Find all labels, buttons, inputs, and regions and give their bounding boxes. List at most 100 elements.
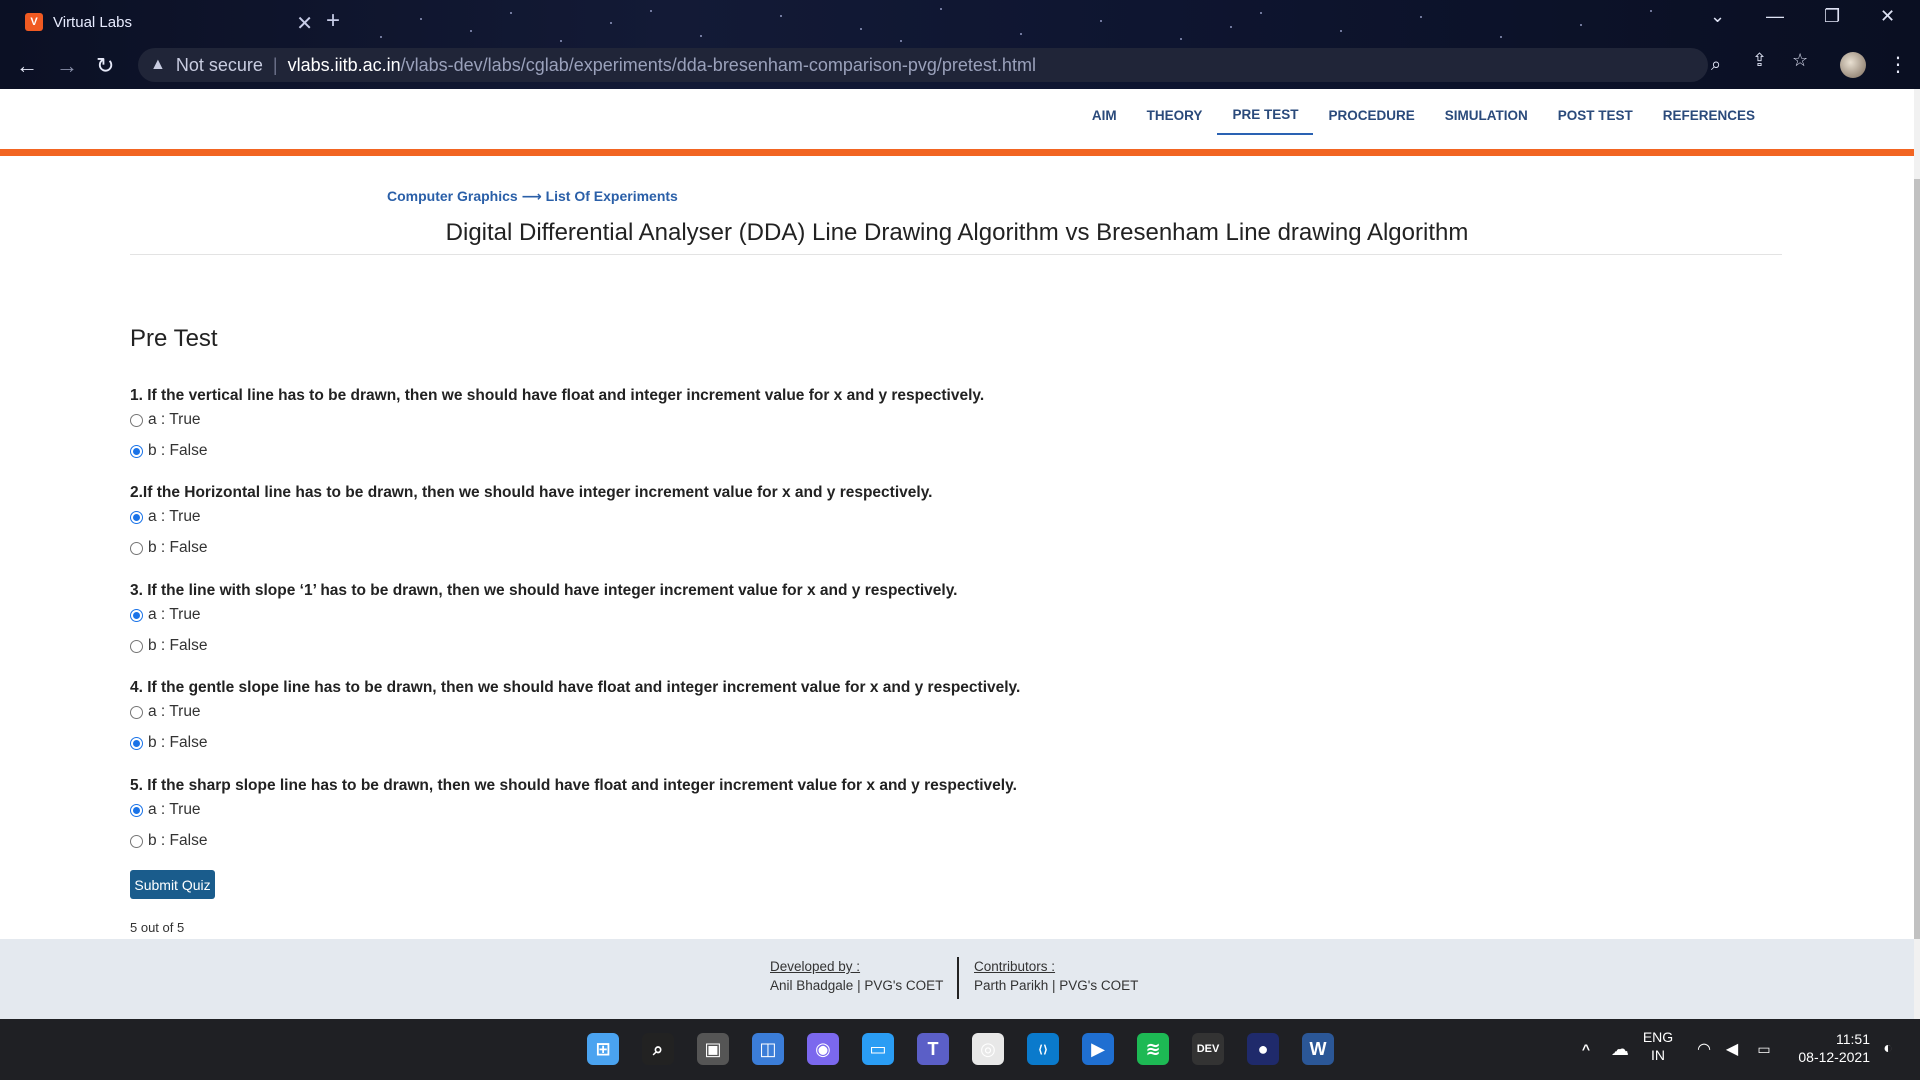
warning-icon: ▲ (150, 56, 166, 73)
radio-checked[interactable] (130, 803, 143, 817)
submit-quiz-button[interactable]: Submit Quiz (130, 870, 215, 899)
minimize-icon[interactable]: — (1766, 6, 1784, 27)
question-text: 2.If the Horizontal line has to be drawn… (130, 484, 933, 501)
search-icon[interactable]: ⌕ (642, 1033, 674, 1065)
breadcrumb-root-link[interactable]: Computer Graphics (387, 188, 518, 204)
task-view-icon[interactable]: ▣ (697, 1033, 729, 1065)
question-text: 4. If the gentle slope line has to be dr… (130, 679, 1021, 696)
forward-icon[interactable]: → (56, 53, 78, 79)
radio-unchecked[interactable] (130, 834, 143, 848)
footer-divider (957, 957, 959, 999)
spotify-icon[interactable]: ≋ (1137, 1033, 1169, 1065)
chevron-up-icon[interactable]: ^ (1570, 1033, 1602, 1065)
app-icon[interactable]: ● (1247, 1033, 1279, 1065)
scrollbar-track[interactable] (1914, 89, 1920, 1019)
star (380, 36, 382, 38)
omnibox-separator: | (272, 54, 278, 75)
volume-icon[interactable]: ◀ (1716, 1033, 1748, 1065)
restore-icon[interactable]: ❐ (1824, 6, 1840, 27)
star (470, 30, 472, 32)
dev-icon[interactable]: DEV (1192, 1033, 1224, 1065)
page-viewport: AIM THEORY PRE TEST PROCEDURE SIMULATION… (0, 89, 1920, 1019)
close-tab-icon[interactable]: ✕ (296, 11, 313, 36)
nav-procedure[interactable]: PROCEDURE (1313, 95, 1429, 135)
option-label: b : False (148, 832, 208, 849)
answer-option[interactable]: a : True (130, 606, 201, 624)
footer-developed: Developed by : Anil Bhadgale | PVG's COE… (770, 959, 943, 993)
teams-icon[interactable]: T (917, 1033, 949, 1065)
star (940, 8, 942, 10)
nav-references[interactable]: REFERENCES (1648, 95, 1770, 135)
browser-tab[interactable]: V Virtual Labs ✕ (13, 3, 313, 41)
clock-time: 11:51 (1836, 1031, 1870, 1047)
option-label: b : False (148, 637, 208, 654)
answer-option[interactable]: a : True (130, 411, 201, 429)
answer-option[interactable]: b : False (130, 832, 207, 850)
nav-theory[interactable]: THEORY (1132, 95, 1218, 135)
star (900, 40, 902, 42)
radio-checked[interactable] (130, 510, 143, 524)
breadcrumb-leaf-link[interactable]: List Of Experiments (546, 188, 678, 204)
answer-option[interactable]: b : False (130, 442, 207, 460)
radio-checked[interactable] (130, 608, 143, 622)
option-label: a : True (148, 508, 201, 525)
prime-video-icon[interactable]: ▶ (1082, 1033, 1114, 1065)
lang-bottom: IN (1651, 1047, 1665, 1063)
nav-aim[interactable]: AIM (1077, 95, 1132, 135)
address-bar[interactable]: ▲ Not secure | vlabs.iitb.ac.in /vlabs-d… (138, 48, 1721, 82)
radio-unchecked[interactable] (130, 639, 143, 653)
tab-search-icon[interactable]: ⌄ (1710, 6, 1725, 27)
back-icon[interactable]: ← (16, 53, 38, 79)
zoom-icon[interactable]: ⌕ (1711, 54, 1721, 75)
nav-post-test[interactable]: POST TEST (1543, 95, 1648, 135)
top-navigation: AIM THEORY PRE TEST PROCEDURE SIMULATION… (0, 89, 1920, 149)
language-indicator[interactable]: ENG IN (1640, 1029, 1676, 1080)
word-icon[interactable]: W (1302, 1033, 1334, 1065)
widgets-icon[interactable]: ◫ (752, 1033, 784, 1065)
notification-icon[interactable]: ◐ (1872, 1033, 1904, 1065)
answer-option[interactable]: a : True (130, 801, 201, 819)
desktop-icon[interactable]: ▭ (862, 1033, 894, 1065)
radio-checked[interactable] (130, 444, 143, 458)
cloud-icon[interactable]: ☁ (1604, 1033, 1636, 1065)
chrome-icon[interactable]: ◎ (972, 1033, 1004, 1065)
clock-date: 08-12-2021 (1798, 1049, 1870, 1065)
radio-unchecked[interactable] (130, 541, 143, 555)
profile-avatar[interactable] (1840, 52, 1866, 78)
footer: Developed by : Anil Bhadgale | PVG's COE… (0, 939, 1914, 1019)
question-text: 3. If the line with slope ‘1’ has to be … (130, 582, 958, 599)
radio-unchecked[interactable] (130, 413, 143, 427)
breadcrumb-arrow-icon: ⟶ (521, 188, 542, 204)
answer-option[interactable]: b : False (130, 539, 207, 557)
quiz-question: 5. If the sharp slope line has to be dra… (130, 777, 1630, 849)
star (1420, 16, 1422, 18)
share-icon[interactable]: ⇪ (1752, 50, 1767, 71)
nav-simulation[interactable]: SIMULATION (1430, 95, 1543, 135)
radio-checked[interactable] (130, 736, 143, 750)
menu-dots-icon[interactable]: ⋮ (1888, 52, 1908, 77)
answer-option[interactable]: a : True (130, 703, 201, 721)
reload-icon[interactable]: ↻ (96, 53, 114, 79)
option-label: a : True (148, 411, 201, 428)
security-label[interactable]: Not secure (176, 55, 263, 76)
scrollbar-thumb[interactable] (1914, 179, 1920, 939)
question-text: 5. If the sharp slope line has to be dra… (130, 777, 1017, 794)
radio-unchecked[interactable] (130, 705, 143, 719)
answer-option[interactable]: a : True (130, 508, 201, 526)
star (1020, 33, 1022, 35)
option-label: b : False (148, 539, 208, 556)
nav-pre-test[interactable]: PRE TEST (1217, 95, 1314, 135)
answer-option[interactable]: b : False (130, 637, 207, 655)
browser-chrome: V Virtual Labs ✕ + ⌄ — ❐ ✕ ← → ↻ ▲ Not s… (0, 0, 1920, 89)
clock[interactable]: 11:51 08-12-2021 (1790, 1031, 1870, 1080)
url-path: /vlabs-dev/labs/cglab/experiments/dda-br… (400, 54, 1036, 75)
new-tab-icon[interactable]: + (326, 7, 340, 35)
teams-chat-icon[interactable]: ◉ (807, 1033, 839, 1065)
url-host: vlabs.iitb.ac.in (287, 54, 401, 75)
start-icon[interactable]: ⊞ (587, 1033, 619, 1065)
bookmark-star-icon[interactable]: ☆ (1792, 50, 1808, 71)
battery-icon[interactable]: ▭ (1748, 1033, 1780, 1065)
close-window-icon[interactable]: ✕ (1880, 6, 1895, 27)
vscode-icon[interactable]: ⟨⟩ (1027, 1033, 1059, 1065)
answer-option[interactable]: b : False (130, 734, 207, 752)
